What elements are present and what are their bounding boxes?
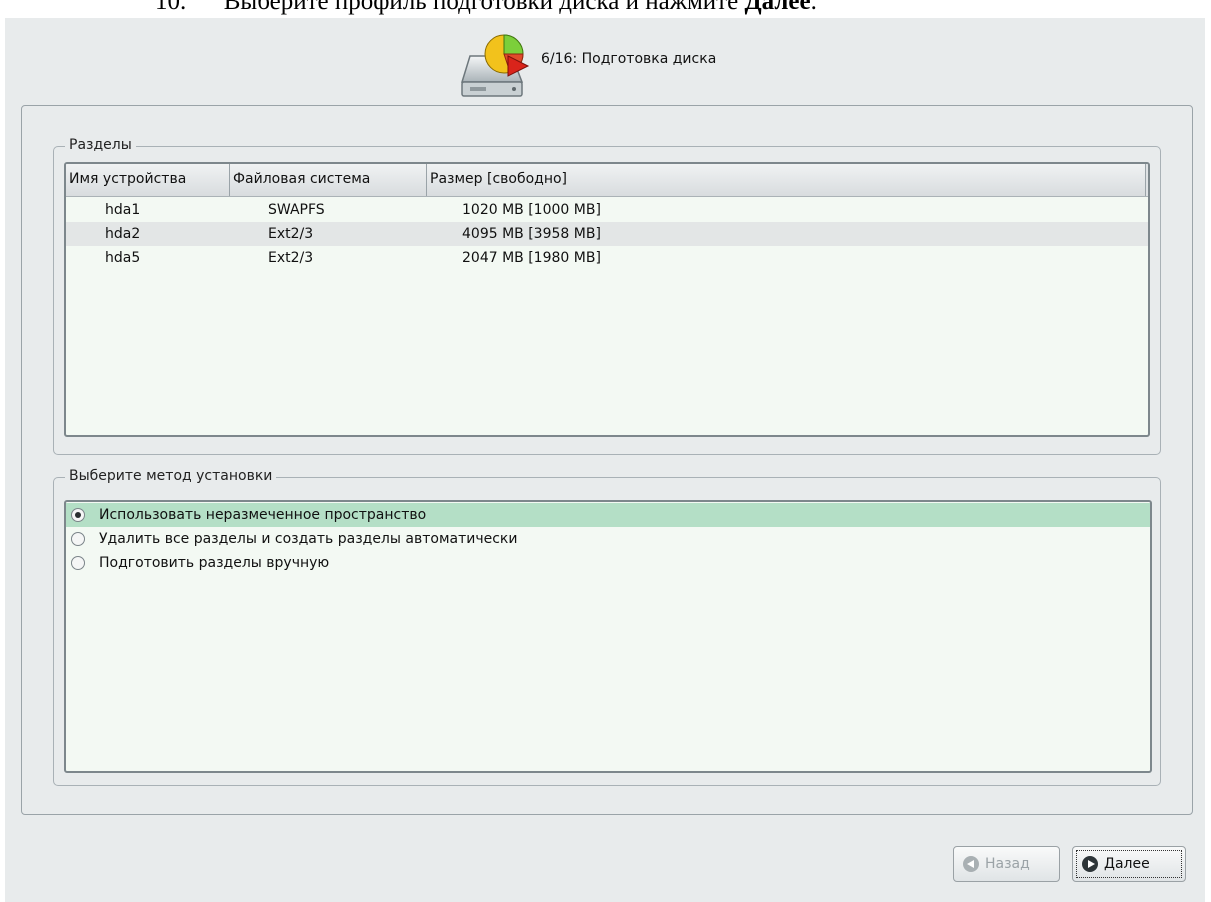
- radio-unchecked-icon[interactable]: [71, 532, 85, 546]
- cell-device: hda1: [105, 202, 141, 218]
- install-method-group: Выберите метод установки Использовать не…: [53, 468, 1161, 786]
- option-erase-auto[interactable]: Удалить все разделы и создать разделы ав…: [66, 527, 1150, 551]
- back-button-label: Назад: [985, 856, 1030, 872]
- column-header-filesystem[interactable]: Файловая система: [230, 164, 427, 196]
- radio-unchecked-icon[interactable]: [71, 556, 85, 570]
- cell-size: 1020 MB [1000 MB]: [462, 202, 601, 218]
- back-arrow-icon: [963, 856, 979, 872]
- table-row[interactable]: hda1 SWAPFS 1020 MB [1000 MB]: [66, 198, 1148, 222]
- document-caption: 10. Выберите профиль подготовки диска и …: [0, 0, 1211, 18]
- partitions-table[interactable]: Имя устройства Файловая система Размер […: [64, 162, 1150, 437]
- step-header: 6/16: Подготовка диска: [5, 18, 1205, 104]
- caption-number: 10.: [155, 0, 187, 15]
- option-label: Подготовить разделы вручную: [99, 555, 330, 571]
- cell-filesystem: Ext2/3: [268, 226, 314, 242]
- column-header-device[interactable]: Имя устройства: [66, 164, 230, 196]
- column-header-size[interactable]: Размер [свободно]: [427, 164, 1146, 196]
- partitions-group: Разделы Имя устройства Файловая система …: [53, 137, 1161, 455]
- cell-device: hda5: [105, 250, 141, 266]
- option-label: Использовать неразмеченное пространство: [99, 507, 427, 523]
- next-button[interactable]: Далее: [1072, 846, 1186, 882]
- next-button-label: Далее: [1104, 856, 1150, 872]
- caption-end: .: [810, 0, 817, 15]
- table-row[interactable]: hda5 Ext2/3 2047 MB [1980 MB]: [66, 246, 1148, 270]
- next-arrow-icon: [1082, 856, 1098, 872]
- cell-filesystem: SWAPFS: [268, 202, 325, 218]
- step-title: 6/16: Подготовка диска: [541, 51, 717, 67]
- radio-checked-icon[interactable]: [71, 508, 85, 522]
- table-row[interactable]: hda2 Ext2/3 4095 MB [3958 MB]: [66, 222, 1148, 246]
- partitions-group-label: Разделы: [65, 137, 136, 153]
- option-manual[interactable]: Подготовить разделы вручную: [66, 551, 1150, 575]
- caption-text: Выберите профиль подготовки диска и нажм…: [223, 0, 745, 15]
- option-use-free-space[interactable]: Использовать неразмеченное пространство: [66, 503, 1150, 527]
- cell-size: 4095 MB [3958 MB]: [462, 226, 601, 242]
- table-header: Имя устройства Файловая система Размер […: [66, 164, 1148, 197]
- installer-window: 6/16: Подготовка диска Разделы Имя устро…: [5, 18, 1205, 902]
- back-button[interactable]: Назад: [953, 846, 1060, 882]
- install-method-group-label: Выберите метод установки: [65, 468, 277, 484]
- caption-bold: Далее: [744, 0, 811, 15]
- option-label: Удалить все разделы и создать разделы ав…: [99, 531, 518, 547]
- disk-pie-chart-icon: [460, 34, 530, 97]
- cell-size: 2047 MB [1980 MB]: [462, 250, 601, 266]
- cell-device: hda2: [105, 226, 141, 242]
- main-panel: Разделы Имя устройства Файловая система …: [21, 105, 1193, 815]
- cell-filesystem: Ext2/3: [268, 250, 314, 266]
- install-method-list: Использовать неразмеченное пространство …: [64, 500, 1152, 773]
